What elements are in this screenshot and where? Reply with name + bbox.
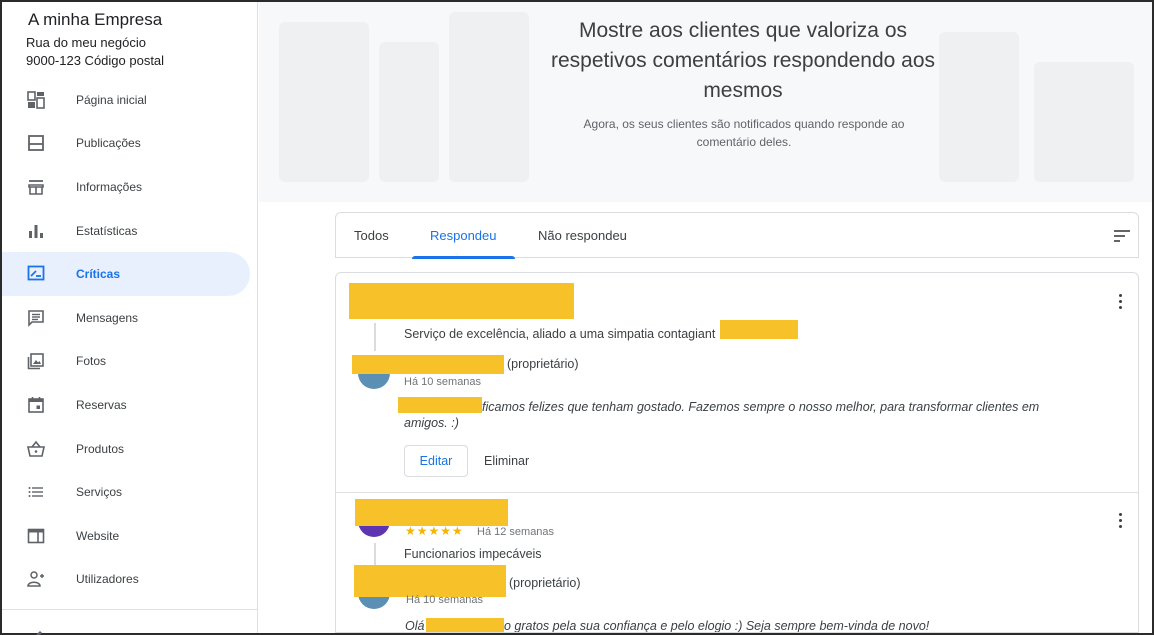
sidebar-item-messages[interactable]: Mensagens <box>2 296 250 340</box>
review-time: Há 12 semanas <box>477 526 555 538</box>
calendar-icon <box>26 395 46 415</box>
star-rating: ★★★★★ <box>405 524 464 538</box>
reviews-icon <box>26 264 46 284</box>
redacted-owner-name <box>352 355 504 374</box>
hero-illustration-shape <box>279 22 369 182</box>
redacted-reviewer-name <box>349 283 574 319</box>
hero-illustration-shape <box>939 32 1019 182</box>
sidebar-item-products[interactable]: Produtos <box>2 427 250 471</box>
tab-not-replied[interactable]: Não respondeu <box>538 213 627 258</box>
sidebar-item-label: Estatísticas <box>76 223 138 238</box>
sidebar: A minha Empresa Rua do meu negócio 9000-… <box>2 2 258 635</box>
sort-icon[interactable] <box>1112 226 1132 246</box>
sidebar-item-label: Informações <box>76 179 143 194</box>
sidebar-item-label: Serviços <box>76 485 123 500</box>
sidebar-item-services[interactable]: Serviços <box>2 470 250 514</box>
hero-illustration-shape <box>379 42 439 182</box>
sidebar-item-label: Fotos <box>76 354 107 369</box>
reply-time: Há 10 semanas <box>406 594 484 606</box>
owner-tag: (proprietário) <box>507 357 579 371</box>
delete-reply-button[interactable]: Eliminar <box>478 445 535 477</box>
reviews-filter-tabs: Todos Respondeu Não respondeu <box>335 212 1139 259</box>
tab-label: Respondeu <box>430 228 497 243</box>
message-icon <box>26 308 46 328</box>
hero-subtitle: Agora, os seus clientes são notificados … <box>583 117 905 149</box>
web-icon <box>26 526 46 546</box>
storefront-icon <box>26 177 46 197</box>
sidebar-item-website[interactable]: Website <box>2 514 250 558</box>
sidebar-item-insights[interactable]: Estatísticas <box>2 209 250 253</box>
tab-label: Não respondeu <box>538 228 627 243</box>
more-options-icon[interactable] <box>1110 291 1130 311</box>
main-content: Mostre aos clientes que valoriza os resp… <box>259 2 1152 633</box>
hero-illustration-shape <box>449 12 529 182</box>
tab-all[interactable]: Todos <box>354 213 389 258</box>
sidebar-item-label: Mensagens <box>76 310 139 325</box>
tab-label: Todos <box>354 228 389 243</box>
sidebar-item-label: Website <box>76 528 120 543</box>
reply-text: ficamos felizes que tenham gostado. Faze… <box>404 400 1040 430</box>
bar-chart-icon <box>26 221 46 241</box>
redacted-reviewer-name <box>355 499 508 526</box>
sidebar-item-reviews[interactable]: Críticas <box>2 252 250 296</box>
business-name: A minha Empresa <box>28 10 163 29</box>
sidebar-divider <box>2 609 258 610</box>
hero-banner: Mostre aos clientes que valoriza os resp… <box>259 2 1152 202</box>
review-item: ★★★★★ Há 12 semanas Funcionarios impecáv… <box>336 493 1138 633</box>
sidebar-item-more[interactable] <box>2 617 250 635</box>
photos-icon <box>26 351 46 371</box>
sidebar-nav: Página inicial Publicações Informações E… <box>2 78 258 601</box>
reply-time: Há 10 semanas <box>404 376 482 388</box>
pencil-icon <box>26 625 46 635</box>
hero-title: Mostre aos clientes que valoriza os resp… <box>550 19 936 102</box>
reviews-list: Serviço de excelência, aliado a uma simp… <box>335 272 1139 633</box>
thread-line <box>374 323 376 351</box>
sidebar-item-photos[interactable]: Fotos <box>2 340 250 384</box>
posts-icon <box>26 133 46 153</box>
sidebar-item-users[interactable]: Utilizadores <box>2 558 250 602</box>
review-text: Funcionarios impecáveis <box>404 547 542 561</box>
business-address-line2: 9000-123 Código postal <box>26 53 165 68</box>
more-options-icon[interactable] <box>1110 510 1130 530</box>
redacted-text <box>720 320 798 339</box>
sidebar-item-label: Críticas <box>76 267 121 282</box>
hero-illustration-shape <box>1034 62 1134 182</box>
sidebar-item-posts[interactable]: Publicações <box>2 122 250 166</box>
basket-icon <box>26 439 46 459</box>
sidebar-item-label: Página inicial <box>76 92 147 107</box>
sidebar-item-info[interactable]: Informações <box>2 165 250 209</box>
sidebar-item-home[interactable]: Página inicial <box>2 78 250 122</box>
tab-replied[interactable]: Respondeu <box>412 213 515 259</box>
sidebar-item-label: Produtos <box>76 441 125 456</box>
redacted-text <box>426 618 504 632</box>
edit-reply-button[interactable]: Editar <box>404 445 468 477</box>
dashboard-icon <box>26 90 46 110</box>
review-item: Serviço de excelência, aliado a uma simp… <box>336 273 1138 493</box>
sidebar-item-bookings[interactable]: Reservas <box>2 383 250 427</box>
owner-tag: (proprietário) <box>509 576 581 590</box>
sidebar-item-label: Reservas <box>76 397 127 412</box>
redacted-owner-name <box>354 565 506 597</box>
add-user-icon <box>26 569 46 589</box>
sidebar-item-label: Utilizadores <box>76 572 139 587</box>
list-icon <box>26 482 46 502</box>
business-address-line1: Rua do meu negócio <box>26 35 146 50</box>
reply-text: o gratos pela sua confiança e pelo elogi… <box>504 619 930 633</box>
sidebar-item-label: Publicações <box>76 136 141 151</box>
review-text: Serviço de excelência, aliado a uma simp… <box>404 327 716 341</box>
